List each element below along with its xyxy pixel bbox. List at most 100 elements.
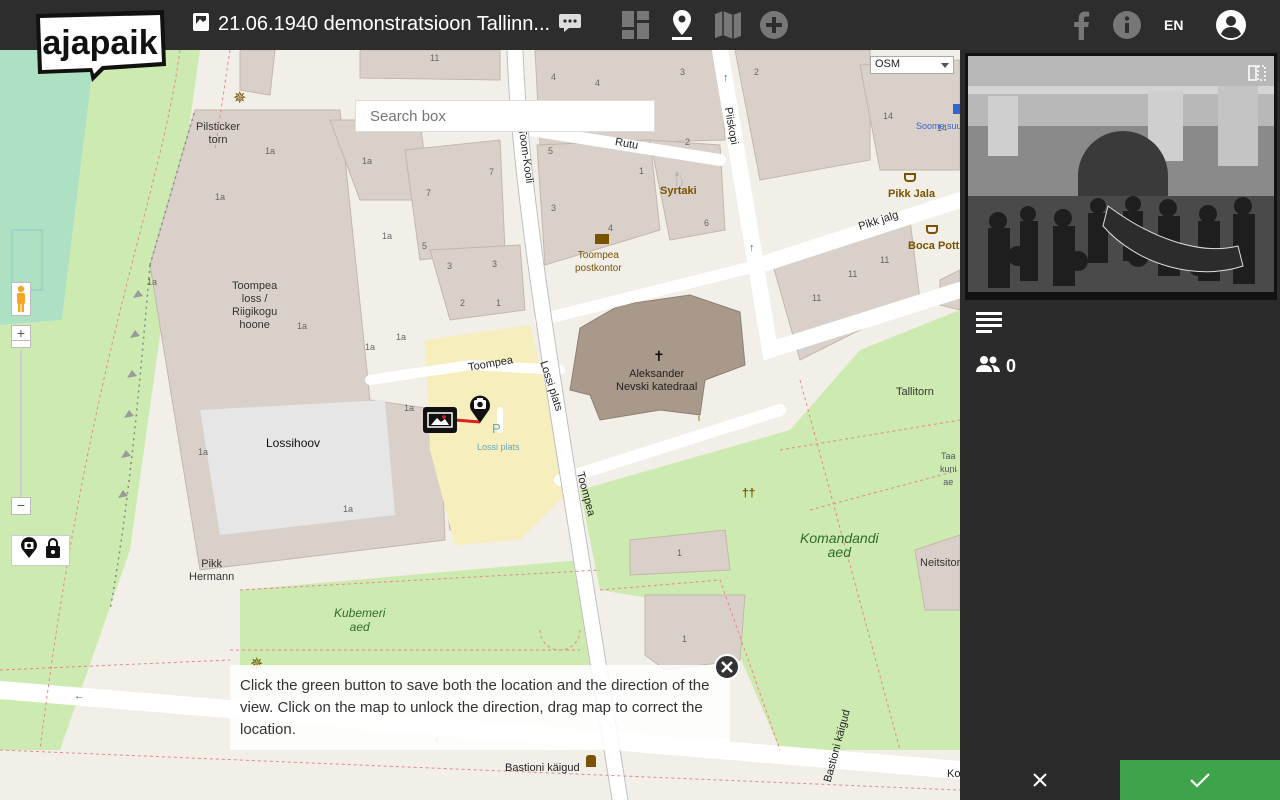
zoom-control: + − <box>11 325 31 525</box>
kubemeri-park <box>240 560 600 670</box>
cafe-icon <box>926 225 938 234</box>
house-number: 2 <box>460 298 466 308</box>
oneway-arrow-icon: ← <box>74 690 85 702</box>
camera-direction-marker[interactable] <box>468 393 492 425</box>
side-panel: 0 <box>960 50 1280 800</box>
search-input[interactable] <box>355 100 655 132</box>
zoom-out-button[interactable]: − <box>11 497 31 515</box>
account-icon[interactable] <box>1215 9 1247 41</box>
flip-photo-icon[interactable] <box>1248 64 1266 87</box>
house-number: 1a <box>343 504 354 514</box>
house-number: 5 <box>548 146 554 156</box>
add-icon[interactable] <box>758 9 790 41</box>
house-number: 7 <box>426 188 432 198</box>
restaurant-icon: 🍴 <box>671 170 689 186</box>
house-number: 1a <box>215 192 226 202</box>
house-number: 3 <box>492 259 498 269</box>
house-number: 1a <box>147 277 158 287</box>
house-number: 4 <box>595 78 601 88</box>
direction-lock-control <box>11 535 70 566</box>
post-office-icon <box>595 234 609 244</box>
flag-icon <box>953 104 960 114</box>
label-postkontor: Toompea postkontor <box>575 250 622 274</box>
cancel-button[interactable] <box>960 760 1120 800</box>
geotaggers-count[interactable]: 0 <box>976 355 1016 378</box>
house-number: 1a <box>396 332 407 342</box>
zoom-slider[interactable] <box>20 350 22 500</box>
label-boca-pott: Boca Pott <box>908 240 960 252</box>
map-pin-icon[interactable] <box>666 9 698 41</box>
save-button[interactable] <box>1120 760 1280 800</box>
house-number: 1 <box>677 548 683 558</box>
house-number: 1a <box>297 321 308 331</box>
house-number: 3 <box>447 261 453 271</box>
label-lossihoov: Lossihoov <box>266 436 321 450</box>
oneway-arrow-icon: ↑ <box>749 242 755 254</box>
photo-title-area: 21.06.1940 demonstratsioon Tallinn... <box>192 12 582 37</box>
streetview-pegman-icon[interactable] <box>11 282 31 316</box>
label-toompea-loss: Toompea loss / Riigikogu hoone <box>232 280 278 331</box>
instruction-box: Click the green button to save both the … <box>230 665 730 750</box>
house-number: 1a <box>198 447 209 457</box>
house-number: 7 <box>489 167 495 177</box>
label-cathedral: Aleksander Nevski katedraal <box>616 368 698 393</box>
label-parking: P <box>492 421 501 436</box>
house-number: 4 <box>608 223 614 233</box>
church-icon: ✝ <box>653 348 665 364</box>
close-icon <box>1033 773 1047 787</box>
house-number: 3 <box>680 67 686 77</box>
viewpoint-icon: ✵ <box>233 90 247 107</box>
ajapaik-logo[interactable]: ajapaik <box>34 10 168 82</box>
top-bar: ajapaik 21.06.1940 demonstratsioon Talli… <box>0 0 1280 82</box>
label-pikk-jala: Pikk Jala <box>888 188 936 200</box>
house-number: 11 <box>880 255 890 265</box>
map-icon[interactable] <box>712 9 744 41</box>
house-number: 2 <box>754 67 760 77</box>
label-bastioni-kaigud: Bastioni käigud <box>505 762 580 774</box>
historic-photo[interactable] <box>965 53 1277 300</box>
house-number: 1a <box>362 156 373 166</box>
map-canvas[interactable]: Pilsticker torn Toompea loss / Riigikogu hoo… <box>0 50 960 800</box>
people-icon <box>976 355 1000 378</box>
photo-icon <box>192 12 210 37</box>
label-komandandi-aed: Komandandi aed <box>800 530 879 560</box>
house-number: 1a <box>365 342 376 352</box>
map-layer-select[interactable]: OSM <box>870 56 954 74</box>
house-number: 11 <box>430 53 440 63</box>
comment-icon[interactable] <box>558 12 582 37</box>
label-taani: Taa kuni ae <box>940 451 957 487</box>
grid-icon[interactable] <box>620 9 652 41</box>
camera-pin-icon[interactable] <box>20 537 38 564</box>
close-icon <box>721 661 733 673</box>
label-pikk-hermann: Pikk Hermann <box>189 558 235 583</box>
info-icon[interactable] <box>1111 9 1143 41</box>
close-instructions-button[interactable] <box>714 654 740 680</box>
label-lossi-plats-square: Lossi plats <box>477 442 520 452</box>
house-number: 1a <box>382 231 393 241</box>
house-number: i <box>698 413 700 423</box>
lock-icon[interactable] <box>45 537 61 564</box>
historic-photo-image <box>968 56 1274 297</box>
label-kubemeri-aed: Kubemeri aed <box>334 606 386 634</box>
house-number: 1 <box>639 166 645 176</box>
oneway-arrow-icon: ↑ <box>723 72 729 84</box>
map-layer-value: OSM <box>875 58 901 70</box>
house-number: 14 <box>937 123 948 133</box>
photo-marker[interactable] <box>423 407 457 433</box>
zoom-slider-handle[interactable] <box>11 340 31 348</box>
label-ko: Ko <box>947 768 960 780</box>
house-number: 1a <box>265 146 276 156</box>
facebook-icon[interactable] <box>1065 9 1097 41</box>
photo-title: 21.06.1940 demonstratsioon Tallinn... <box>218 13 551 35</box>
house-number: 1 <box>496 298 502 308</box>
label-pilsticker: Pilsticker torn <box>196 121 241 146</box>
toilets-icon: †† <box>742 486 756 500</box>
language-switch[interactable]: EN <box>1164 17 1183 33</box>
description-icon[interactable] <box>976 310 1002 339</box>
label-neitsitorn: Neitsitorn <box>920 557 960 569</box>
label-tallitorn: Tallitorn <box>896 386 934 398</box>
house-number: 11 <box>848 269 858 279</box>
house-number: 1a <box>404 403 415 413</box>
monument-icon <box>586 755 596 767</box>
cafe-icon <box>904 173 916 182</box>
